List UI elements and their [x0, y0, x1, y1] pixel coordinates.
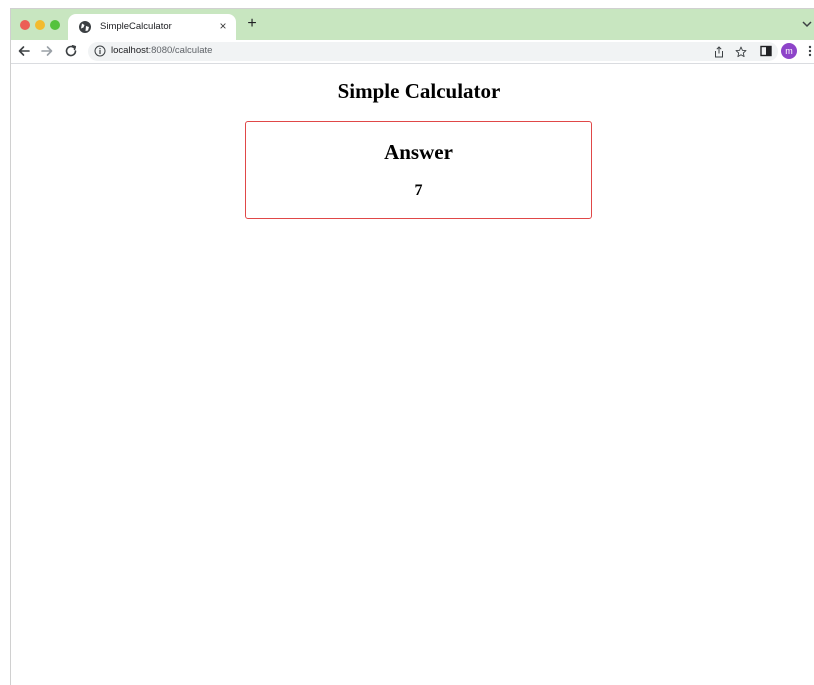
avatar[interactable]: m	[781, 43, 797, 59]
page-content: Simple Calculator Answer 7	[11, 64, 814, 685]
url-host: localhost	[111, 45, 149, 56]
tab-simplecalculator[interactable]: SimpleCalculator ×	[68, 14, 236, 40]
share-icon[interactable]	[713, 46, 725, 58]
address-bar[interactable]: localhost:8080/calculate	[88, 42, 778, 61]
new-tab-button[interactable]: +	[243, 15, 261, 33]
browser-window: SimpleCalculator × + localhost:8080/calc…	[10, 8, 814, 685]
minimize-window-button[interactable]	[35, 20, 45, 30]
side-panel-icon[interactable]	[759, 44, 773, 58]
chevron-down-icon[interactable]	[801, 17, 813, 31]
answer-heading: Answer	[384, 140, 453, 164]
info-icon[interactable]	[94, 45, 106, 57]
close-window-button[interactable]	[20, 20, 30, 30]
arrow-left-icon[interactable]	[17, 44, 31, 58]
kebab-menu-icon[interactable]	[806, 44, 814, 58]
maximize-window-button[interactable]	[50, 20, 60, 30]
arrow-right-icon[interactable]	[40, 44, 54, 58]
browser-toolbar: localhost:8080/calculate m	[11, 40, 814, 64]
url-text[interactable]: localhost:8080/calculate	[111, 45, 212, 56]
page-title: Simple Calculator	[337, 79, 501, 103]
tab-close-icon[interactable]: ×	[216, 18, 230, 34]
url-path: :8080/calculate	[148, 45, 213, 56]
reload-icon[interactable]	[64, 44, 78, 58]
answer-card: Answer 7	[245, 121, 592, 219]
globe-icon	[79, 21, 91, 33]
star-icon[interactable]	[735, 46, 747, 58]
tab-title: SimpleCalculator	[100, 21, 172, 32]
answer-value: 7	[414, 182, 423, 199]
tab-strip: SimpleCalculator × +	[11, 9, 814, 40]
